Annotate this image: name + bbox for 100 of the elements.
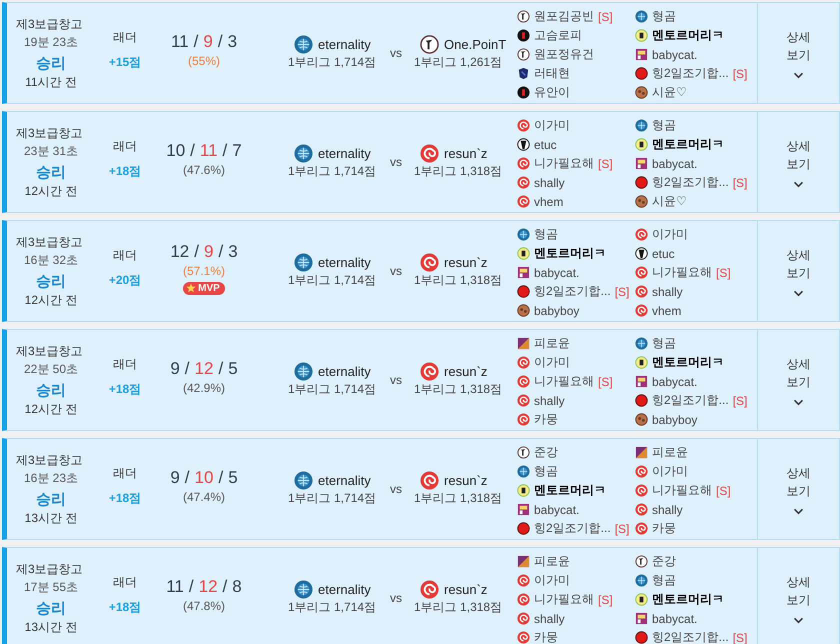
player-name[interactable]: 고슴로피 — [534, 27, 582, 44]
team-league: 1부리그 1,714점 — [288, 163, 376, 180]
player-name[interactable]: 니가필요해 — [534, 155, 594, 172]
player-name[interactable]: etuc — [652, 246, 675, 260]
details-button[interactable]: 상세 보기 — [757, 330, 839, 430]
match-duration: 16분 23초 — [24, 470, 78, 486]
chevron-down-icon — [793, 72, 804, 78]
team-name[interactable]: resun`z — [444, 146, 488, 161]
swirl-icon — [635, 503, 648, 516]
team-league: 1부리그 1,318점 — [414, 490, 502, 507]
player-name[interactable]: 피로윤 — [534, 335, 570, 352]
player-name[interactable]: 원포김공빈 — [534, 8, 594, 25]
player-name[interactable]: 멘토르머리ㅋ — [652, 354, 724, 371]
player-name[interactable]: 멘토르머리ㅋ — [652, 27, 724, 44]
kda-value: / — [218, 468, 224, 488]
player-name[interactable]: 원포정유건 — [534, 46, 594, 63]
kda-value: 11 — [200, 141, 218, 161]
player-name[interactable]: 피로윤 — [652, 444, 688, 461]
player-name[interactable]: 멘토르머리ㅋ — [652, 591, 724, 608]
player-name[interactable]: babycat. — [652, 612, 698, 626]
player-name[interactable]: shally — [534, 176, 565, 190]
player-name[interactable]: babycat. — [652, 48, 698, 62]
player-name[interactable]: 힝2일조기합... — [652, 392, 729, 409]
player-name[interactable]: 이가미 — [652, 463, 688, 480]
figure-icon — [517, 446, 530, 459]
player-name[interactable]: 카뭉 — [534, 411, 558, 428]
player-name[interactable]: shally — [652, 284, 683, 298]
player-name[interactable]: 힝2일조기합... — [652, 65, 729, 82]
player-name[interactable]: 힝2일조기합... — [534, 520, 611, 537]
swirl-icon — [517, 574, 530, 587]
player-name[interactable]: babycat. — [652, 156, 698, 170]
globe-icon — [517, 228, 530, 241]
player-name[interactable]: 피로윤 — [534, 553, 570, 570]
team-name[interactable]: eternality — [318, 146, 371, 161]
player-name[interactable]: etuc — [534, 138, 557, 152]
player-name[interactable]: 니가필요해 — [652, 264, 712, 281]
kda-value: / — [222, 141, 228, 161]
details-button[interactable]: 상세 보기 — [757, 439, 839, 539]
emblem-icon — [635, 593, 648, 606]
player-name[interactable]: 멘토르머리ㅋ — [534, 245, 606, 262]
player-name[interactable]: 형곰 — [652, 117, 676, 134]
team-name[interactable]: eternality — [318, 255, 371, 270]
player-name[interactable]: 카뭉 — [534, 629, 558, 644]
details-button[interactable]: 상세 보기 — [757, 548, 839, 644]
team-name[interactable]: resun`z — [444, 364, 488, 379]
team-name[interactable]: eternality — [318, 582, 371, 597]
player-name[interactable]: 카뭉 — [652, 520, 676, 537]
map-name: 제3보급창고 — [16, 560, 83, 578]
versus-label: vs — [390, 155, 402, 169]
player-name[interactable]: babycat. — [652, 374, 698, 388]
player-name[interactable]: 멘토르머리ㅋ — [534, 482, 606, 499]
player-name[interactable]: shally — [534, 394, 565, 408]
time-ago: 11시간 전 — [25, 74, 77, 90]
team-name[interactable]: One.PoinT — [444, 37, 506, 52]
player-name[interactable]: 힝2일조기합... — [652, 629, 729, 644]
player-name[interactable]: 형곰 — [652, 335, 676, 352]
player-name[interactable]: 니가필요해 — [652, 482, 712, 499]
player-name[interactable]: 힝2일조기합... — [534, 283, 611, 300]
player-name[interactable]: 유안이 — [534, 84, 570, 101]
player-name[interactable]: 이가미 — [652, 226, 688, 243]
player-name[interactable]: vhem — [534, 194, 564, 208]
player-name[interactable]: babyboy — [652, 412, 698, 426]
player-name[interactable]: 형곰 — [652, 572, 676, 589]
player-name[interactable]: babycat. — [534, 266, 580, 280]
team-league: 1부리그 1,714점 — [288, 54, 376, 71]
details-button[interactable]: 상세 보기 — [757, 3, 839, 103]
player-name[interactable]: 준강 — [534, 444, 558, 461]
team-name[interactable]: resun`z — [444, 473, 488, 488]
team-name[interactable]: resun`z — [444, 255, 488, 270]
team-name[interactable]: eternality — [318, 37, 371, 52]
player-name[interactable]: vhem — [652, 304, 682, 318]
player-name[interactable]: 시윤♡ — [652, 193, 687, 210]
team-name[interactable]: eternality — [318, 473, 371, 488]
player-name[interactable]: 형곰 — [534, 463, 558, 480]
kda-value: 3 — [228, 242, 238, 262]
team-name[interactable]: eternality — [318, 364, 371, 379]
player-name[interactable]: 시윤♡ — [652, 84, 687, 101]
player-name[interactable]: 형곰 — [652, 8, 676, 25]
player-name[interactable]: 니가필요해 — [534, 373, 594, 390]
player-name[interactable]: 준강 — [652, 553, 676, 570]
team-league: 1부리그 1,714점 — [288, 272, 376, 289]
circle-icon — [635, 394, 648, 407]
player-name[interactable]: babycat. — [534, 502, 580, 516]
player-name[interactable]: 이가미 — [534, 572, 570, 589]
player-name[interactable]: shally — [534, 612, 565, 626]
team-name[interactable]: resun`z — [444, 582, 488, 597]
player-name[interactable]: 이가미 — [534, 117, 570, 134]
player-name[interactable]: 니가필요해 — [534, 591, 594, 608]
player-name[interactable]: 멘토르머리ㅋ — [652, 136, 724, 153]
player-name[interactable]: shally — [652, 502, 683, 516]
player-name[interactable]: 러태현 — [534, 65, 570, 82]
player-name[interactable]: babyboy — [534, 304, 580, 318]
details-button[interactable]: 상세 보기 — [757, 112, 839, 212]
time-ago: 12시간 전 — [24, 182, 78, 200]
circle-icon — [517, 285, 530, 298]
details-button[interactable]: 상세 보기 — [757, 221, 839, 321]
player-name[interactable]: 이가미 — [534, 354, 570, 371]
kill-share: (47.8%) — [182, 599, 226, 613]
player-name[interactable]: 힝2일조기합... — [652, 174, 729, 191]
player-name[interactable]: 형곰 — [534, 226, 558, 243]
